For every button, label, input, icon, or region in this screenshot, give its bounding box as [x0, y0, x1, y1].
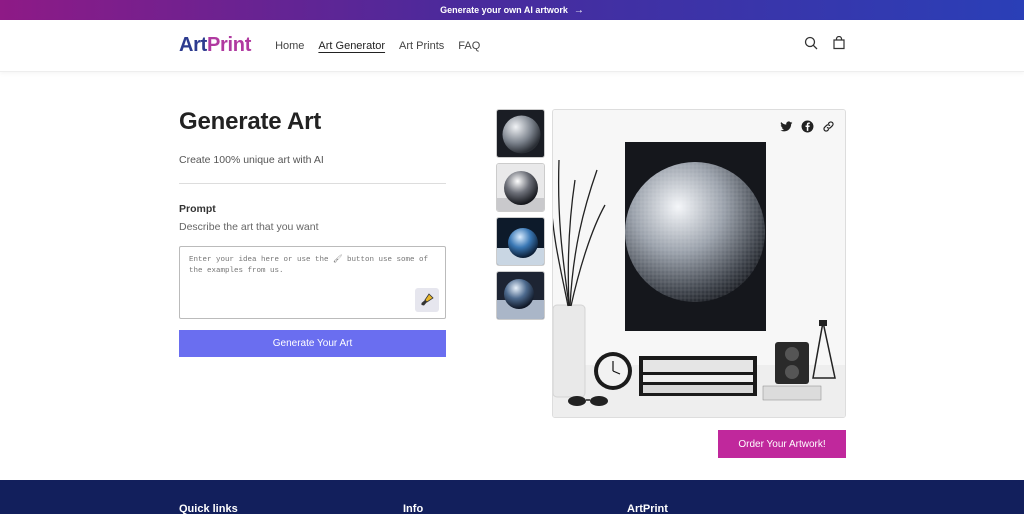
nav-home[interactable]: Home — [275, 40, 304, 52]
footer-heading-artprint: ArtPrint — [627, 503, 668, 515]
artwork-preview — [552, 109, 846, 418]
arrow-right-icon: → — [573, 4, 584, 16]
announcement-text[interactable]: Generate your own AI artwork — [440, 5, 568, 15]
main-nav: Home Art Generator Art Prints FAQ — [275, 40, 480, 52]
search-icon[interactable] — [804, 36, 818, 55]
nav-art-generator[interactable]: Art Generator — [318, 40, 385, 52]
page-subtitle: Create 100% unique art with AI — [179, 154, 446, 184]
logo-text-print: Print — [207, 34, 252, 56]
prompt-description: Describe the art that you want — [179, 221, 319, 233]
nav-faq[interactable]: FAQ — [458, 40, 480, 52]
facebook-icon[interactable] — [801, 120, 814, 138]
cart-icon[interactable] — [832, 35, 846, 55]
link-icon[interactable] — [822, 120, 835, 138]
thumbnail-list — [496, 109, 545, 320]
generate-art-button[interactable]: Generate Your Art — [179, 330, 446, 357]
announcement-bar[interactable]: Generate your own AI artwork → — [0, 0, 1024, 20]
twitter-icon[interactable] — [780, 120, 793, 138]
generator-panel: Generate Art Create 100% unique art with… — [179, 108, 446, 357]
site-header: ArtPrint Home Art Generator Art Prints F… — [0, 20, 1024, 72]
footer-heading-quick-links: Quick links — [179, 503, 238, 515]
prompt-label: Prompt — [179, 203, 216, 215]
thumbnail-1[interactable] — [496, 109, 545, 158]
logo-text-art: Art — [179, 34, 207, 56]
site-footer: Quick links Info ArtPrint — [0, 480, 1024, 515]
page-title: Generate Art — [179, 108, 322, 135]
share-icons — [780, 120, 835, 138]
order-artwork-button[interactable]: Order Your Artwork! — [718, 430, 846, 458]
prompt-field-container — [179, 246, 446, 319]
thumbnail-2[interactable] — [496, 163, 545, 212]
nav-art-prints[interactable]: Art Prints — [399, 40, 444, 52]
thumbnail-4[interactable] — [496, 271, 545, 320]
site-logo[interactable]: ArtPrint — [179, 34, 251, 57]
prompt-input[interactable] — [180, 247, 445, 318]
artwork-mockup-image — [553, 110, 845, 417]
footer-heading-info: Info — [403, 503, 424, 515]
random-prompt-button[interactable] — [415, 288, 439, 312]
main-content: Generate Art Create 100% unique art with… — [0, 72, 1024, 479]
thumbnail-3[interactable] — [496, 217, 545, 266]
paintbrush-icon — [421, 293, 434, 306]
